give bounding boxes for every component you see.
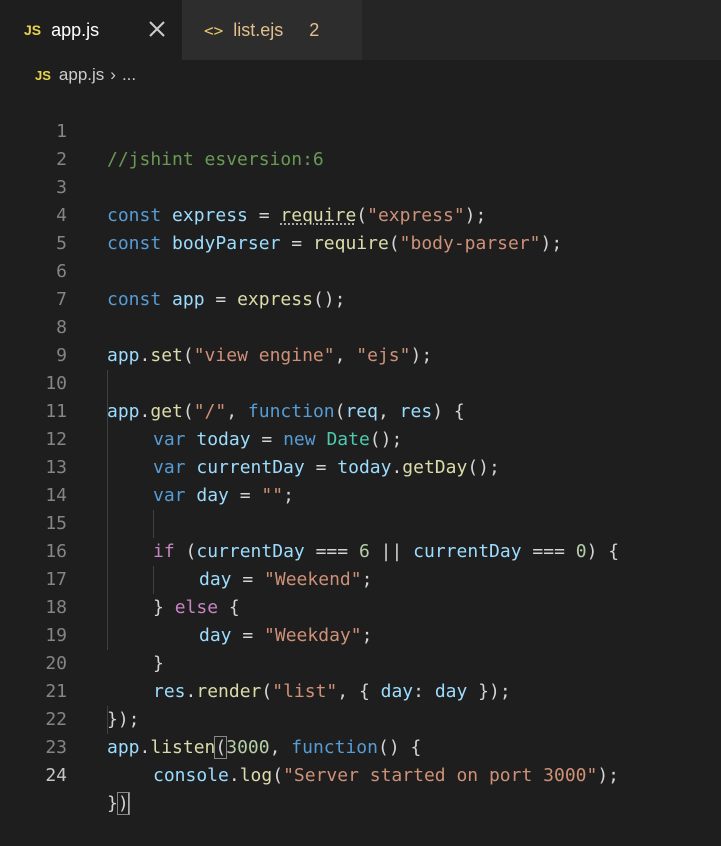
code-line: 3 const express = require("express");: [0, 146, 721, 226]
code-line: 1 //jshint esversion:6: [0, 90, 721, 170]
code-line: 4 const bodyParser = require("body-parse…: [0, 174, 721, 254]
code-editor[interactable]: 1 //jshint esversion:6 2 3 const express…: [0, 90, 721, 815]
code-line: 8 app.set("view engine", "ejs");: [0, 286, 721, 366]
code-line: 15 if (currentDay === 6 || currentDay ==…: [0, 482, 721, 562]
code-line: 6 const app = express();: [0, 230, 721, 310]
code-line: 10 app.get("/", function(req, res) {: [0, 342, 721, 422]
code-line: 14: [0, 454, 721, 506]
code-line: 21 });: [0, 650, 721, 730]
tab-bar: JS app.js <> list.ejs 2: [0, 0, 721, 60]
code-file-icon: <>: [204, 20, 224, 40]
breadcrumb: JS app.js › ...: [0, 60, 721, 90]
text-cursor: [127, 793, 130, 815]
close-icon[interactable]: [144, 16, 170, 42]
code-line: 11 var today = new Date();: [0, 370, 721, 450]
code-token: (: [272, 765, 284, 786]
problem-count-badge: 2: [309, 19, 320, 40]
code-line: 16 day = "Weekend";: [0, 510, 721, 590]
breadcrumb-more[interactable]: ...: [122, 65, 136, 85]
code-line: 24 }): [0, 734, 721, 815]
javascript-file-icon: JS: [24, 22, 42, 38]
code-line: 13 var day = "";: [0, 426, 721, 506]
code-token: log: [239, 765, 273, 786]
tab-label: app.js: [51, 19, 100, 40]
code-token: console: [153, 765, 229, 786]
tab-list-ejs[interactable]: <> list.ejs 2: [182, 0, 362, 60]
code-line: 7: [0, 258, 721, 310]
code-line: 18 day = "Weekday";: [0, 566, 721, 646]
code-line: 20 res.render("list", { day: day });: [0, 622, 721, 702]
tab-app-js[interactable]: JS app.js: [0, 0, 182, 60]
tab-label: list.ejs: [233, 19, 284, 40]
code-token: }: [107, 793, 118, 814]
code-line: 23 console.log("Server started on port 3…: [0, 706, 721, 786]
code-line: 9: [0, 314, 721, 366]
code-line: 2: [0, 118, 721, 170]
line-number: 24: [45, 765, 67, 786]
code-line: 17 } else {: [0, 538, 721, 618]
javascript-file-icon: JS: [35, 67, 51, 83]
code-token: );: [597, 765, 620, 786]
code-token: .: [228, 765, 240, 786]
code-line: 12 var currentDay = today.getDay();: [0, 398, 721, 478]
code-token: "Server started on port 3000": [283, 765, 598, 786]
breadcrumb-file[interactable]: app.js: [59, 65, 104, 85]
code-line: 19 }: [0, 594, 721, 674]
code-line: 22 app.listen(3000, function() {: [0, 678, 721, 759]
chevron-right-icon: ›: [110, 65, 116, 84]
code-line: 5: [0, 202, 721, 254]
